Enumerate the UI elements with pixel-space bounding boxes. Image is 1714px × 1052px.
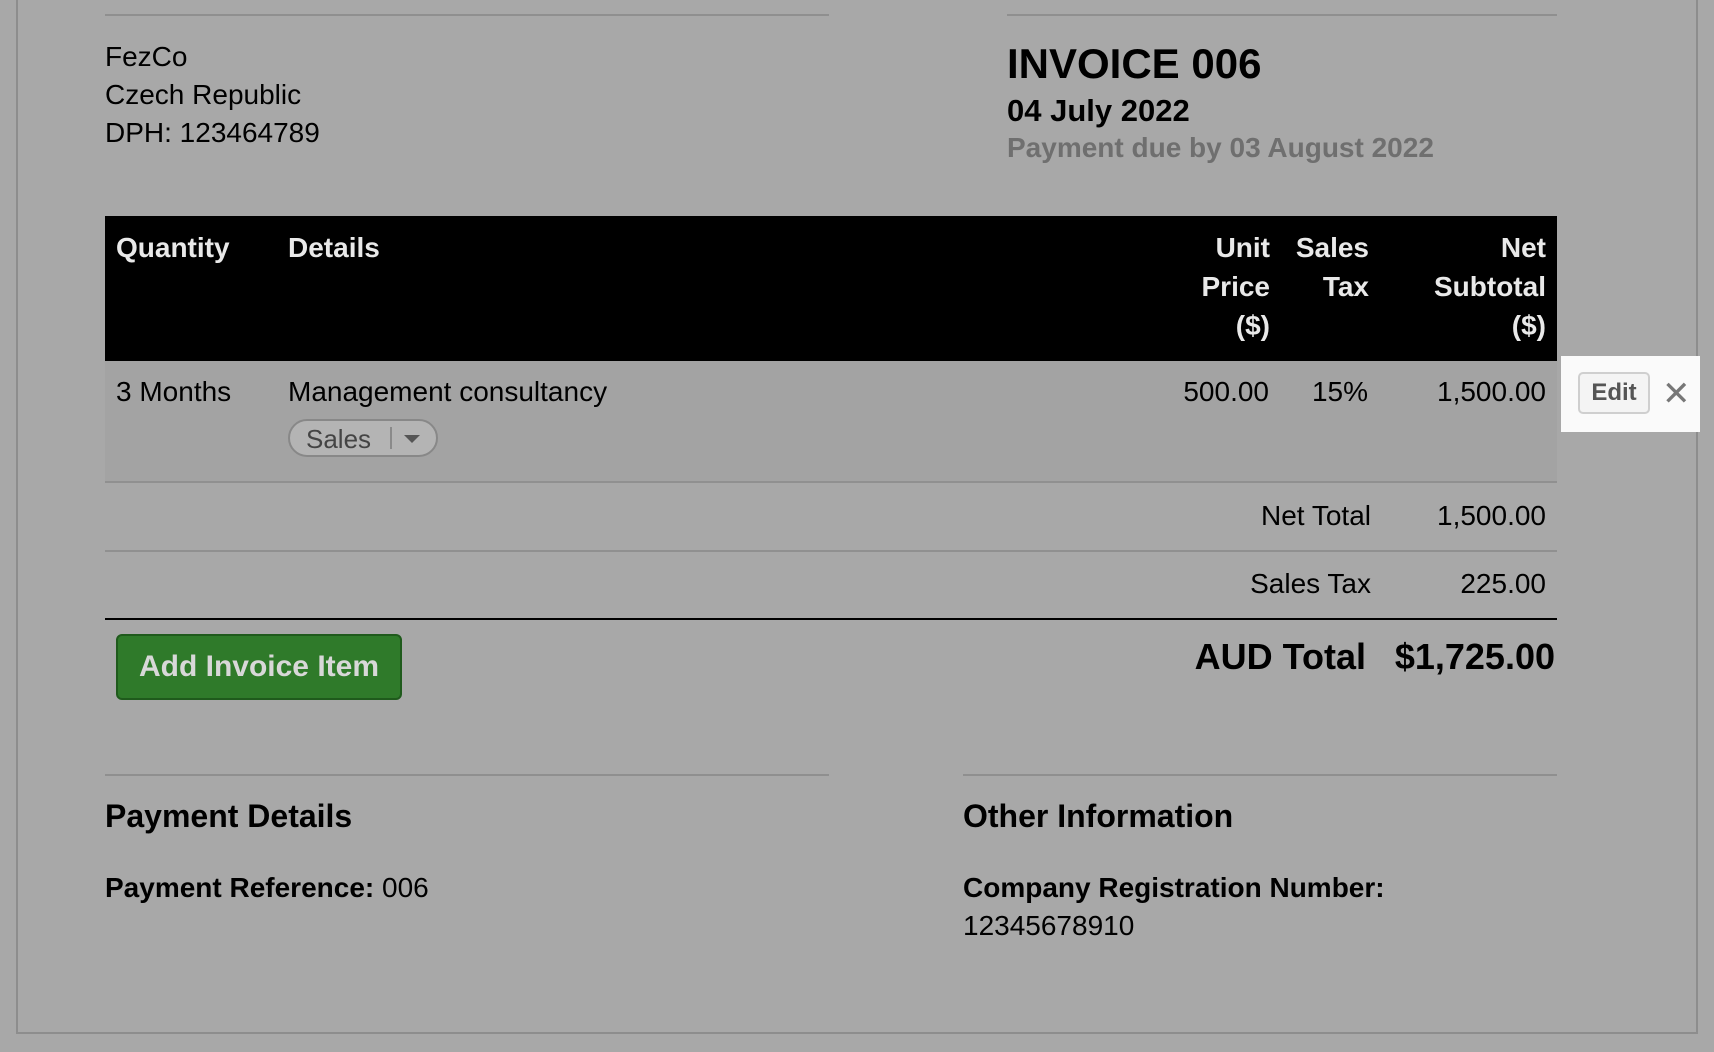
divider	[963, 774, 1557, 776]
row-sales-tax: 15%	[1311, 376, 1368, 407]
dropdown-separator	[390, 427, 392, 449]
close-icon[interactable]: ✕	[1662, 376, 1691, 412]
company-registration: Company Registration Number: 12345678910	[963, 869, 1385, 945]
category-dropdown[interactable]: Sales	[288, 419, 438, 457]
divider	[105, 14, 829, 16]
net-total-label: Net Total	[1261, 500, 1371, 531]
header-unit-price: Unit Price ($)	[1150, 228, 1271, 345]
invoice-date: 04 July 2022	[1007, 93, 1190, 128]
header-net-subtotal-line: Net	[1500, 232, 1546, 263]
divider	[105, 774, 829, 776]
company-tax-id: DPH: 123464789	[105, 117, 320, 148]
sales-tax-row: Sales Tax 225.00	[105, 554, 1557, 620]
row-net-subtotal: 1,500.00	[1437, 376, 1546, 407]
header-unit-price-line: Price	[1201, 271, 1271, 302]
company-address: FezCo Czech Republic DPH: 123464789	[105, 38, 320, 152]
chevron-down-icon[interactable]	[404, 435, 420, 443]
header-sales-tax-line: Sales	[1295, 232, 1369, 263]
other-information-title: Other Information	[963, 798, 1234, 834]
header-sales-tax: Sales Tax	[1269, 228, 1369, 306]
divider	[1007, 14, 1557, 16]
header-net-subtotal: Net Subtotal ($)	[1386, 228, 1546, 345]
invoice-heading: INVOICE 006 04 July 2022 Payment due by …	[1007, 38, 1434, 166]
invoice-title: INVOICE 006	[1007, 40, 1262, 87]
header-sales-tax-line: Tax	[1322, 271, 1369, 302]
net-total-row: Net Total 1,500.00	[105, 486, 1557, 552]
add-invoice-item-button[interactable]: Add Invoice Item	[116, 634, 402, 700]
header-net-subtotal-line: ($)	[1511, 310, 1546, 341]
company-registration-label: Company Registration Number:	[963, 872, 1385, 903]
total-label: AUD Total	[1194, 636, 1366, 677]
payment-reference: Payment Reference: 006	[105, 869, 429, 907]
header-net-subtotal-line: Subtotal	[1434, 271, 1546, 302]
row-quantity: 3 Months	[116, 376, 232, 407]
edit-button[interactable]: Edit	[1578, 372, 1650, 414]
header-unit-price-line: ($)	[1235, 310, 1270, 341]
total-value: $1,725.00	[1394, 636, 1555, 677]
header-unit-price-line: Unit	[1215, 232, 1270, 263]
company-country: Czech Republic	[105, 79, 302, 110]
header-quantity: Quantity	[116, 232, 230, 263]
payment-details-title: Payment Details	[105, 798, 353, 834]
sales-tax-label: Sales Tax	[1250, 568, 1371, 599]
company-name: FezCo	[105, 41, 188, 72]
row-unit-price: 500.00	[1183, 376, 1269, 407]
invoice-due-date: Payment due by 03 August 2022	[1007, 132, 1434, 163]
company-registration-value: 12345678910	[963, 910, 1135, 941]
header-details: Details	[288, 232, 380, 263]
payment-reference-value: 006	[382, 872, 429, 903]
sales-tax-value: 225.00	[1460, 568, 1546, 599]
items-table-header: Quantity Details Unit Price ($) Sales Ta…	[105, 216, 1557, 361]
net-total-value: 1,500.00	[1437, 500, 1546, 531]
payment-reference-label: Payment Reference:	[105, 872, 375, 903]
category-label: Sales	[306, 424, 372, 454]
row-details: Management consultancy	[288, 376, 608, 407]
